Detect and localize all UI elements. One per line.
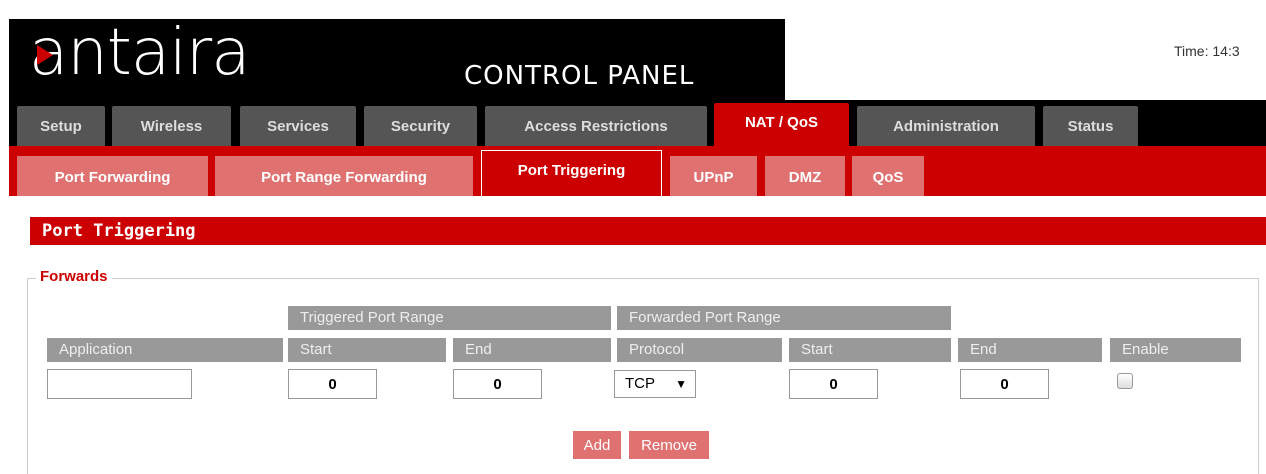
section-title: Port Triggering — [30, 217, 1266, 245]
application-input[interactable] — [47, 369, 192, 399]
dropdown-arrow-icon: ▼ — [675, 377, 687, 391]
enable-checkbox[interactable] — [1117, 373, 1133, 389]
subtab-qos[interactable]: QoS — [852, 156, 924, 196]
forwarded-start-input[interactable] — [789, 369, 878, 399]
protocol-select[interactable]: TCP ▼ — [614, 370, 696, 398]
column-header-application: Application — [47, 338, 283, 362]
control-panel-title: CONTROL PANEL — [464, 61, 695, 91]
subtab-port-range-forwarding[interactable]: Port Range Forwarding — [215, 156, 473, 196]
column-header-enable: Enable — [1110, 338, 1241, 362]
subtab-port-triggering[interactable]: Port Triggering — [481, 150, 662, 196]
sub-nav: Port Forwarding Port Range Forwarding Po… — [9, 146, 1266, 196]
column-header-triggered-end: End — [453, 338, 611, 362]
protocol-value: TCP — [625, 375, 655, 392]
tab-nat-qos[interactable]: NAT / QoS — [714, 103, 849, 146]
tab-access-restrictions[interactable]: Access Restrictions — [485, 106, 707, 146]
main-nav: Setup Wireless Services Security Access … — [9, 100, 1266, 146]
logo-banner: antaira CONTROL PANEL — [9, 16, 785, 100]
subtab-dmz[interactable]: DMZ — [765, 156, 845, 196]
tab-setup[interactable]: Setup — [17, 106, 105, 146]
triggered-end-input[interactable] — [453, 369, 542, 399]
add-button[interactable]: Add — [572, 430, 622, 460]
triggered-port-range-header: Triggered Port Range — [288, 306, 611, 330]
tab-wireless[interactable]: Wireless — [112, 106, 231, 146]
forwards-legend: Forwards — [36, 268, 112, 285]
forwarded-port-range-header: Forwarded Port Range — [617, 306, 951, 330]
column-header-protocol: Protocol — [617, 338, 782, 362]
column-header-triggered-start: Start — [288, 338, 446, 362]
play-icon — [37, 45, 53, 65]
logo-text: antaira — [29, 16, 250, 90]
subtab-upnp[interactable]: UPnP — [670, 156, 757, 196]
tab-status[interactable]: Status — [1043, 106, 1138, 146]
time-display: Time: 14:3 — [1174, 43, 1240, 59]
forwarded-end-input[interactable] — [960, 369, 1049, 399]
triggered-start-input[interactable] — [288, 369, 377, 399]
subtab-port-forwarding[interactable]: Port Forwarding — [17, 156, 208, 196]
tab-services[interactable]: Services — [240, 106, 356, 146]
column-header-forwarded-start: Start — [789, 338, 951, 362]
remove-button[interactable]: Remove — [628, 430, 710, 460]
column-header-forwarded-end: End — [958, 338, 1102, 362]
logo: antaira — [29, 13, 250, 93]
tab-administration[interactable]: Administration — [857, 106, 1035, 146]
tab-security[interactable]: Security — [364, 106, 477, 146]
header: antaira CONTROL PANEL Time: 14:3 — [0, 0, 1266, 100]
